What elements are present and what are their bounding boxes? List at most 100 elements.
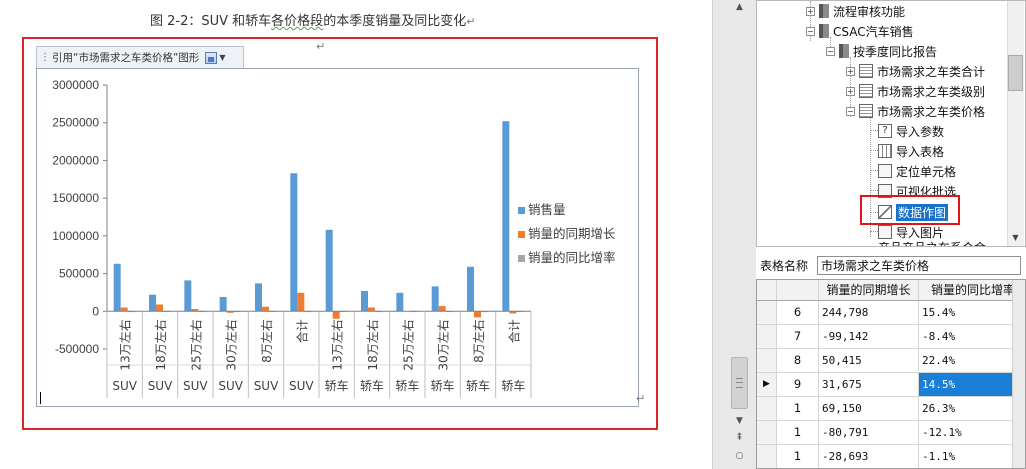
chevron-down-icon[interactable]: ▼ [219, 53, 225, 62]
tree-node-demand-level[interactable]: + 市场需求之车类级别 [846, 81, 985, 101]
tree-scrollbar-thumb[interactable] [1008, 55, 1023, 91]
row-index-cell[interactable]: 9 [777, 373, 819, 396]
legend-label: 销售量 [528, 202, 566, 217]
row-index-cell[interactable]: 7 [777, 325, 819, 348]
tree-node-label: 按季度同比报告 [853, 44, 938, 59]
scroll-down-icon[interactable]: ▼ [731, 414, 748, 429]
table-row[interactable]: 7 -99,142 -8.4% [757, 325, 1025, 349]
rate-cell[interactable]: -1.1% [919, 445, 1025, 468]
rate-cell[interactable]: -8.4% [919, 325, 1025, 348]
document-scrollbar-thumb[interactable] [731, 357, 748, 409]
row-marker[interactable] [757, 349, 777, 372]
tree-node-label: 导入图片 [896, 225, 945, 240]
tree-node-csac-sales[interactable]: − CSAC汽车销售 [806, 21, 914, 41]
chart-reference-tab[interactable]: ⋮ 引用“市场需求之车类价格”图形 ▼ [36, 46, 244, 68]
drag-grip-icon[interactable]: ⋮ [40, 52, 50, 63]
bar-0-1 [149, 294, 156, 312]
tree-node-demand-price[interactable]: − 市场需求之车类价格 [846, 101, 985, 121]
paragraph-mark-bottom: ↵ [636, 392, 646, 405]
tree-guide [870, 190, 878, 191]
tree-node-label: 产品产品之车系合金 [878, 239, 986, 246]
grid-scrollbar[interactable] [1012, 280, 1025, 468]
x-car-label: SUV [148, 379, 173, 393]
row-marker[interactable] [757, 421, 777, 444]
legend-label: 销量的同比增率 [528, 250, 616, 265]
rate-cell[interactable]: 26.3% [919, 397, 1025, 420]
rate-cell[interactable]: -12.1% [919, 421, 1025, 444]
x-price-label: 18万左右 [153, 319, 168, 370]
tree-node-partial[interactable]: 产品产品之车系合金 [878, 239, 986, 246]
tree-node-import-table[interactable]: 导入表格 [878, 141, 944, 161]
row-index-cell[interactable]: 1 [777, 397, 819, 420]
growth-cell[interactable]: -99,142 [819, 325, 919, 348]
growth-cell[interactable]: 244,798 [819, 301, 919, 324]
tree-node-quarterly-report[interactable]: − 按季度同比报告 [826, 41, 937, 61]
y-tick-label: 2500000 [52, 116, 99, 130]
report-icon [859, 64, 873, 78]
bar-0-5 [290, 173, 298, 312]
tree-node-approval[interactable]: + 流程审核功能 [806, 1, 905, 21]
scroll-up-icon[interactable]: ▲ [731, 0, 748, 15]
chart-options-icon[interactable] [205, 51, 218, 64]
x-price-label-group: 8万左右 [471, 319, 486, 363]
x-price-label: 18万左右 [365, 319, 380, 370]
x-price-label: 13万左右 [330, 319, 345, 370]
caption-spellcheck-text: 各价格段 [271, 14, 324, 29]
row-marker[interactable] [757, 445, 777, 468]
previous-page-icon[interactable]: ⇞ [731, 430, 748, 445]
x-price-label-group: 25万左右 [188, 319, 203, 370]
tree-node-locate-cell[interactable]: 定位单元格 [878, 161, 956, 181]
data-grid[interactable]: 销量的同期增长 销量的同比增率 6 244,798 15.4% 7 -99,142 -8.… [756, 279, 1026, 469]
bar-0-3 [219, 296, 227, 312]
expand-icon[interactable]: + [846, 66, 855, 76]
tree-node-import-params[interactable]: ? 导入参数 [878, 121, 944, 141]
tree-guide [870, 130, 878, 131]
row-index-cell[interactable]: 6 [777, 301, 819, 324]
table-row[interactable]: 1 69,150 26.3% [757, 397, 1025, 421]
x-price-label-group: 18万左右 [365, 319, 380, 370]
collapse-icon[interactable]: − [806, 26, 815, 36]
expand-icon[interactable]: + [846, 86, 855, 96]
browse-object-icon[interactable]: ○ [731, 449, 748, 464]
tree-node-label: 定位单元格 [896, 164, 957, 179]
rate-cell[interactable]: 22.4% [919, 349, 1025, 372]
collapse-icon[interactable]: − [826, 46, 835, 56]
table-row[interactable]: 1 -80,791 -12.1% [757, 421, 1025, 445]
growth-cell[interactable]: -80,791 [819, 421, 919, 444]
bar-1-6 [332, 311, 340, 319]
row-marker[interactable] [757, 397, 777, 420]
row-marker[interactable]: ▶ [757, 373, 777, 396]
growth-cell[interactable]: 69,150 [819, 397, 919, 420]
table-row[interactable]: 6 244,798 15.4% [757, 301, 1025, 325]
tree-scrollbar[interactable] [1007, 1, 1024, 246]
table-name-input[interactable] [817, 255, 1021, 275]
y-tick-label: 3000000 [52, 78, 99, 92]
x-car-label: SUV [289, 379, 314, 393]
row-index-cell[interactable]: 8 [777, 349, 819, 372]
row-index-cell[interactable]: 1 [777, 421, 819, 444]
growth-cell[interactable]: 31,675 [819, 373, 919, 396]
scroll-down-icon[interactable]: ▼ [1008, 231, 1023, 245]
table-icon [878, 144, 892, 158]
folder-icon [839, 44, 849, 58]
expand-icon[interactable]: + [806, 6, 815, 16]
x-price-label: 13万左右 [118, 319, 133, 370]
x-price-label: 8万左右 [259, 319, 274, 363]
growth-cell[interactable]: 50,415 [819, 349, 919, 372]
grid-header-growth[interactable]: 销量的同期增长 [819, 280, 919, 300]
table-row[interactable]: 8 50,415 22.4% [757, 349, 1025, 373]
tree-node-demand-total[interactable]: + 市场需求之车类合计 [846, 61, 985, 81]
folder-icon [819, 4, 829, 18]
rate-cell[interactable]: 14.5% [919, 373, 1025, 396]
report-tree[interactable]: + 流程审核功能 − CSAC汽车销售 − 按季度同比报告 + 市场需求之车类合… [756, 0, 1026, 247]
table-name-row: 表格名称 [756, 255, 1026, 275]
growth-cell[interactable]: -28,693 [819, 445, 919, 468]
table-row[interactable]: 1 -28,693 -1.1% [757, 445, 1025, 468]
grid-header-rate[interactable]: 销量的同比增率 [919, 280, 1025, 300]
row-marker[interactable] [757, 301, 777, 324]
rate-cell[interactable]: 15.4% [919, 301, 1025, 324]
row-index-cell[interactable]: 1 [777, 445, 819, 468]
row-marker[interactable] [757, 325, 777, 348]
collapse-icon[interactable]: − [846, 106, 855, 116]
table-row[interactable]: ▶ 9 31,675 14.5% [757, 373, 1025, 397]
